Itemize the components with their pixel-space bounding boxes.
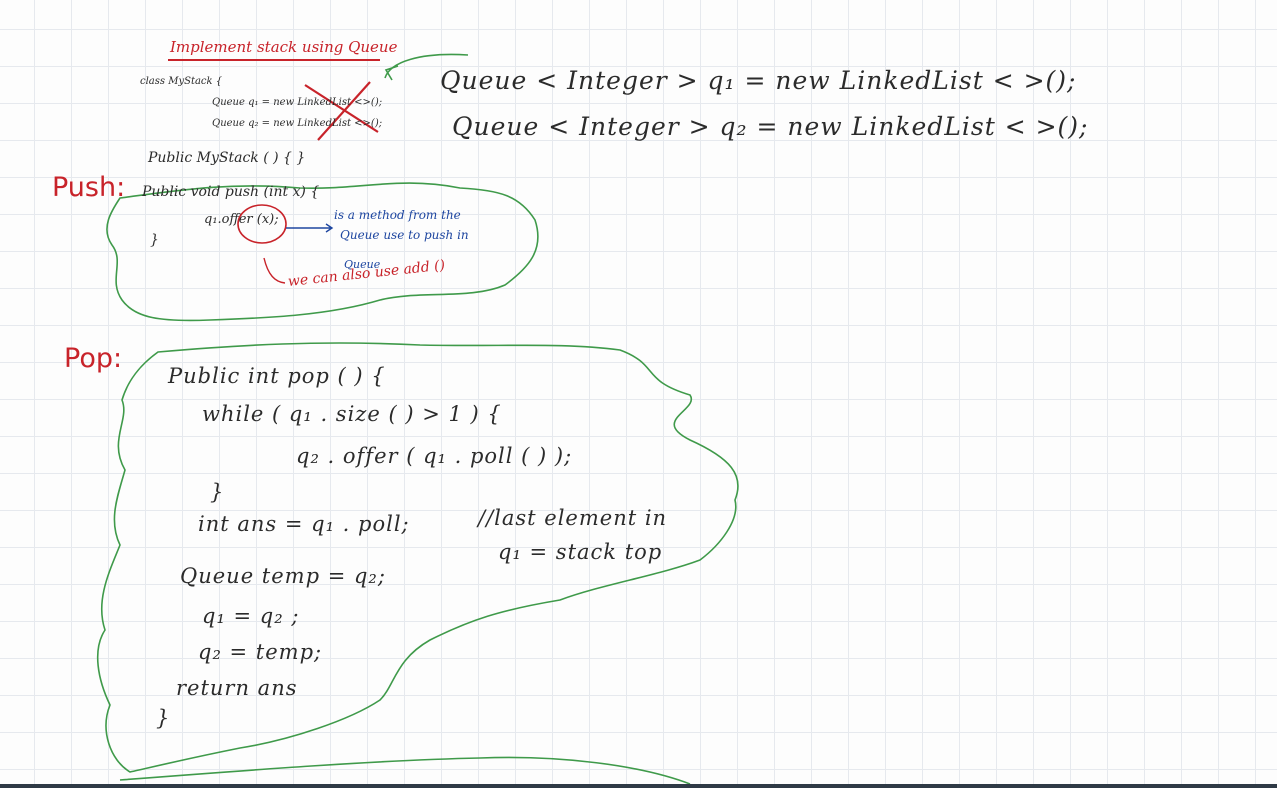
swap-line-2: q₂ = temp; [198, 640, 323, 664]
temp-line: Queue temp = q₂; [180, 564, 386, 588]
push-cloud-outline [106, 182, 539, 322]
queue2-new-line: Queue < Integer > q₂ = new LinkedList < … [452, 112, 1089, 141]
offer-note-1: is a method from the [334, 208, 461, 222]
constructor-line: Public MyStack ( ) { } [148, 150, 306, 166]
swap-line-1: q₁ = q₂ ; [202, 604, 300, 628]
strike-x [304, 81, 379, 141]
offer-note-2: Queue use to push in [340, 228, 469, 242]
push-close-brace: } [150, 232, 159, 248]
ans-line: int ans = q₁ . poll; [198, 512, 410, 536]
push-signature: Public void push (int x) { [142, 184, 320, 200]
comment-line-2: q₁ = stack top [498, 540, 663, 564]
push-label: Push: [52, 172, 126, 203]
while-line: while ( q₁ . size ( ) > 1 ) { [202, 402, 502, 426]
bottom-cloud-outline [119, 756, 691, 785]
queue2-old-line: Queue q₂ = new LinkedList <>(); [212, 118, 383, 129]
offer-line: q₂ . offer ( q₁ . poll ( ) ); [296, 444, 573, 468]
pop-label: Pop: [64, 343, 123, 374]
push-body: q₁.offer (x); [204, 212, 279, 227]
pop-signature: Public int pop ( ) { [168, 364, 386, 388]
title-underline [168, 59, 380, 61]
add-arrow [263, 257, 286, 284]
bottom-bar [0, 784, 1277, 788]
page-title: Implement stack using Queue [170, 38, 398, 56]
comment-line-1: //last element in [478, 506, 668, 530]
return-line: return ans [176, 676, 298, 700]
offer-arrow [286, 223, 334, 233]
pop-close-brace: } [156, 706, 171, 730]
class-declaration: class MyStack { [140, 76, 223, 87]
queue1-new-line: Queue < Integer > q₁ = new LinkedList < … [440, 66, 1077, 95]
while-close-brace: } [210, 480, 225, 504]
queue1-old-line: Queue q₁ = new LinkedList <>(); [212, 97, 383, 108]
